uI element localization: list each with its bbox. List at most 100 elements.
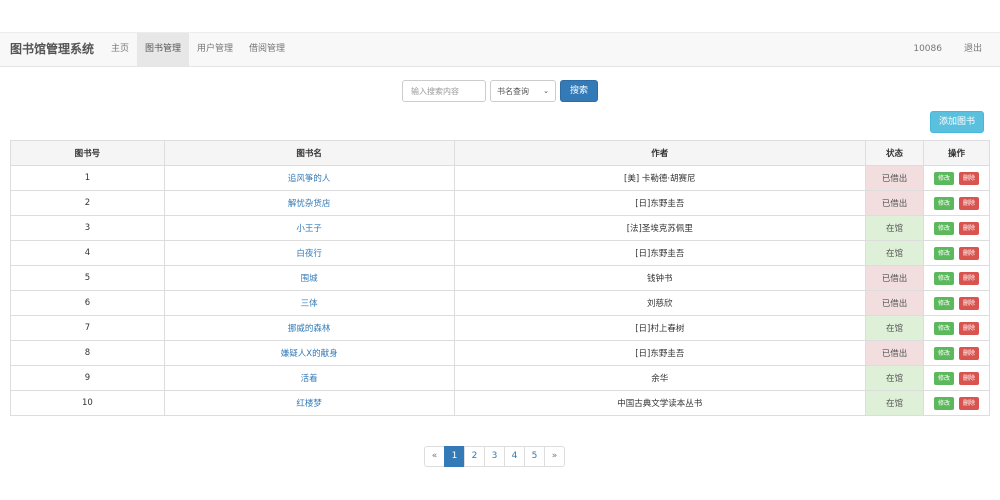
pagination-page[interactable]: 5 bbox=[524, 446, 545, 467]
table-row: 8 嫌疑人X的献身 [日]东野圭吾 已借出 修改 删除 bbox=[10, 340, 990, 366]
delete-button[interactable]: 删除 bbox=[959, 271, 980, 285]
edit-button[interactable]: 修改 bbox=[933, 171, 954, 185]
delete-button[interactable]: 删除 bbox=[959, 196, 980, 210]
book-name-cell: 解忧杂货店 bbox=[163, 190, 455, 216]
pagination-prev[interactable]: « bbox=[424, 446, 445, 467]
edit-button[interactable]: 修改 bbox=[933, 296, 954, 310]
delete-button[interactable]: 删除 bbox=[959, 296, 980, 310]
search-button[interactable]: 搜索 bbox=[560, 80, 599, 102]
delete-button[interactable]: 删除 bbox=[959, 371, 980, 385]
delete-button[interactable]: 删除 bbox=[959, 321, 980, 335]
book-name-link[interactable]: 三体 bbox=[301, 299, 318, 309]
book-status: 在馆 bbox=[865, 390, 924, 416]
book-name-link[interactable]: 嫌疑人X的献身 bbox=[281, 349, 338, 359]
book-name-link[interactable]: 红楼梦 bbox=[296, 399, 322, 409]
pagination-page[interactable]: 3 bbox=[484, 446, 505, 467]
book-actions: 修改 删除 bbox=[923, 165, 990, 191]
add-book-button[interactable]: 添加图书 bbox=[930, 111, 984, 133]
search-type-select[interactable]: 书名查询 ⌄ bbox=[490, 80, 556, 102]
book-name-link[interactable]: 挪威的森林 bbox=[288, 324, 331, 334]
edit-button[interactable]: 修改 bbox=[933, 246, 954, 260]
nav-item-home[interactable]: 主页 bbox=[103, 33, 137, 66]
edit-button[interactable]: 修改 bbox=[933, 321, 954, 335]
delete-button[interactable]: 删除 bbox=[959, 221, 980, 235]
book-author: 钱钟书 bbox=[453, 265, 867, 291]
main-nav: 主页 图书管理 用户管理 借阅管理 bbox=[103, 33, 293, 66]
book-status: 已借出 bbox=[865, 340, 924, 366]
book-status: 已借出 bbox=[865, 190, 924, 216]
pagination: « 1 2 3 4 5 » bbox=[424, 446, 565, 467]
books-table: 图书号 图书名 作者 状态 操作 1 追风筝的人 [美] 卡勒德·胡赛尼 已借出 修改删… bbox=[10, 140, 990, 416]
pagination-next[interactable]: » bbox=[544, 446, 565, 467]
book-name-link[interactable]: 追风筝的人 bbox=[288, 174, 331, 184]
delete-button[interactable]: 删除 bbox=[959, 246, 980, 260]
book-id: 5 bbox=[10, 265, 165, 291]
book-id: 9 bbox=[10, 365, 165, 391]
book-author: [法]圣埃克苏佩里 bbox=[453, 215, 867, 241]
book-id: 4 bbox=[10, 240, 165, 266]
book-author: 余华 bbox=[453, 365, 867, 391]
delete-button[interactable]: 删除 bbox=[959, 346, 980, 360]
book-actions: 修改 删除 bbox=[923, 215, 990, 241]
book-name-cell: 白夜行 bbox=[163, 240, 455, 266]
edit-button[interactable]: 修改 bbox=[933, 396, 954, 410]
book-status: 在馆 bbox=[865, 315, 924, 341]
edit-button[interactable]: 修改 bbox=[933, 196, 954, 210]
book-status: 已借出 bbox=[865, 265, 924, 291]
nav-item-books[interactable]: 图书管理 bbox=[137, 33, 190, 66]
header-author: 作者 bbox=[453, 140, 867, 166]
book-actions: 修改 删除 bbox=[923, 190, 990, 216]
header-book-name: 图书名 bbox=[163, 140, 455, 166]
book-status: 在馆 bbox=[865, 365, 924, 391]
nav-item-borrow[interactable]: 借阅管理 bbox=[241, 33, 293, 66]
table-row: 7 挪威的森林 [日]村上春树 在馆 修改 删除 bbox=[10, 315, 990, 341]
nav-right: 10086 退出 bbox=[913, 33, 982, 66]
edit-button[interactable]: 修改 bbox=[933, 346, 954, 360]
table-row: 10 红楼梦 中国古典文学读本丛书 在馆 修改 删除 bbox=[10, 390, 990, 416]
user-id[interactable]: 10086 bbox=[913, 33, 942, 66]
book-actions: 修改 删除 bbox=[923, 290, 990, 316]
book-name-link[interactable]: 围城 bbox=[301, 274, 318, 284]
search-input[interactable] bbox=[402, 80, 486, 102]
book-name-link[interactable]: 活着 bbox=[301, 374, 318, 384]
header-status: 状态 bbox=[865, 140, 924, 166]
table-row: 1 追风筝的人 [美] 卡勒德·胡赛尼 已借出 修改 删除 bbox=[10, 165, 990, 191]
book-name-link[interactable]: 解忧杂货店 bbox=[288, 199, 331, 209]
table-row: 6 三体 刘慈欣 已借出 修改 删除 bbox=[10, 290, 990, 316]
book-author: 中国古典文学读本丛书 bbox=[453, 390, 867, 416]
pagination-page[interactable]: 2 bbox=[464, 446, 485, 467]
table-row: 3 小王子 [法]圣埃克苏佩里 在馆 修改 删除 bbox=[10, 215, 990, 241]
table-row: 2 解忧杂货店 [日]东野圭吾 已借出 修改 删除 bbox=[10, 190, 990, 216]
edit-button[interactable]: 修改 bbox=[933, 271, 954, 285]
search-type-value: 书名查询 bbox=[497, 86, 529, 96]
table-header-row: 图书号 图书名 作者 状态 操作 bbox=[10, 140, 990, 166]
book-actions: 修改 删除 bbox=[923, 265, 990, 291]
header-actions: 操作 bbox=[923, 140, 990, 166]
book-name-cell: 三体 bbox=[163, 290, 455, 316]
book-id: 1 bbox=[10, 165, 165, 191]
book-id: 10 bbox=[10, 390, 165, 416]
book-actions: 修改 删除 bbox=[923, 315, 990, 341]
nav-item-users[interactable]: 用户管理 bbox=[189, 33, 241, 66]
book-status: 已借出 bbox=[865, 165, 924, 191]
delete-button[interactable]: 删除 bbox=[959, 171, 980, 185]
delete-button[interactable]: 删除 bbox=[959, 396, 980, 410]
book-name-cell: 挪威的森林 bbox=[163, 315, 455, 341]
book-name-cell: 红楼梦 bbox=[163, 390, 455, 416]
book-author: [日]东野圭吾 bbox=[453, 190, 867, 216]
book-actions: 修改 删除 bbox=[923, 240, 990, 266]
book-name-cell: 围城 bbox=[163, 265, 455, 291]
book-name-cell: 嫌疑人X的献身 bbox=[163, 340, 455, 366]
book-id: 8 bbox=[10, 340, 165, 366]
book-id: 2 bbox=[10, 190, 165, 216]
book-name-link[interactable]: 白夜行 bbox=[296, 249, 322, 259]
edit-button[interactable]: 修改 bbox=[933, 371, 954, 385]
book-name-cell: 活着 bbox=[163, 365, 455, 391]
edit-button[interactable]: 修改 bbox=[933, 221, 954, 235]
book-actions: 修改 删除 bbox=[923, 390, 990, 416]
brand-title[interactable]: 图书馆管理系统 bbox=[10, 33, 94, 66]
pagination-page[interactable]: 1 bbox=[444, 446, 465, 467]
book-name-link[interactable]: 小王子 bbox=[296, 224, 322, 234]
logout-link[interactable]: 退出 bbox=[964, 33, 982, 66]
pagination-page[interactable]: 4 bbox=[504, 446, 525, 467]
